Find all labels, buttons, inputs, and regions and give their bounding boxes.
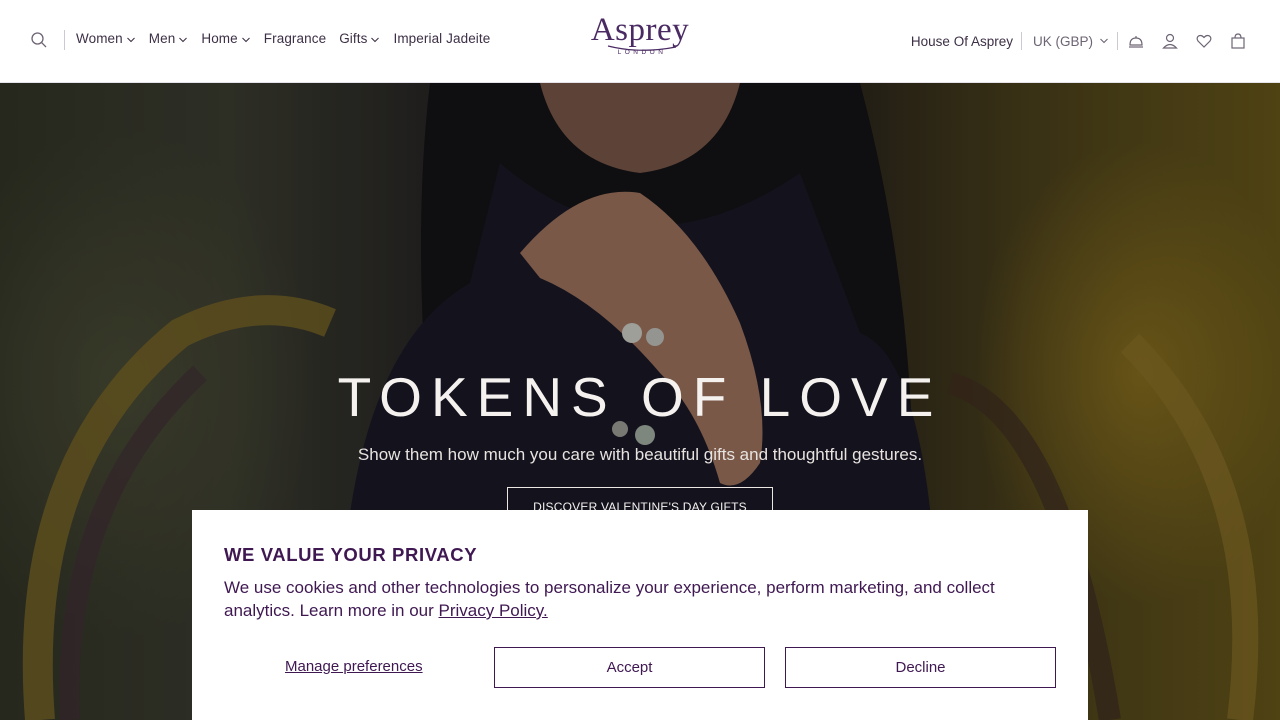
chevron-down-icon (371, 37, 380, 42)
bag-icon[interactable] (1228, 31, 1248, 51)
cookie-text: We use cookies and other technologies to… (224, 578, 995, 620)
site-logo[interactable]: Asprey LONDON (560, 12, 720, 56)
header-divider (64, 30, 65, 50)
cookie-consent-banner: WE VALUE YOUR PRIVACY We use cookies and… (192, 510, 1088, 720)
manage-preferences-button[interactable]: Manage preferences (285, 658, 423, 675)
nav-item-label: Gifts (339, 31, 368, 46)
nav-item-fragrance[interactable]: Fragrance (264, 31, 326, 46)
logo-swash (607, 45, 677, 51)
nav-item-label: Home (201, 31, 238, 46)
header-divider (1117, 32, 1118, 50)
chevron-down-icon (179, 37, 188, 42)
house-of-asprey-link[interactable]: House Of Asprey (911, 34, 1013, 49)
nav-item-imperial-jadeite[interactable]: Imperial Jadeite (393, 31, 490, 46)
nav-item-label: Imperial Jadeite (393, 31, 491, 46)
chevron-down-icon (126, 37, 135, 42)
nav-item-label: Men (148, 31, 176, 46)
logo-wordmark: Asprey (590, 12, 690, 48)
nav-item-home[interactable]: Home (201, 31, 250, 46)
cookie-description: We use cookies and other technologies to… (224, 576, 1064, 622)
wishlist-heart-icon[interactable] (1194, 31, 1214, 51)
chevron-down-icon (241, 37, 250, 42)
chevron-down-icon (1100, 38, 1108, 44)
main-nav: Women Men Home Fragrance Gifts Imperial … (76, 31, 503, 46)
nav-item-women[interactable]: Women (76, 31, 136, 46)
nav-item-gifts[interactable]: Gifts (339, 31, 380, 46)
header-divider (1020, 32, 1022, 50)
hero-title: TOKENS OF LOVE (337, 366, 943, 428)
hero-subtitle: Show them how much you care with beautif… (357, 445, 923, 464)
utility-nav: House Of Asprey UK (GBP) (911, 0, 1280, 82)
nav-item-label: Fragrance (263, 31, 327, 46)
site-header: Women Men Home Fragrance Gifts Imperial … (0, 0, 1280, 83)
currency-selector[interactable]: UK (GBP) (1033, 34, 1109, 49)
currency-label: UK (GBP) (1032, 33, 1093, 49)
nav-item-men[interactable]: Men (149, 31, 189, 46)
concierge-bell-icon[interactable] (1126, 31, 1146, 51)
decline-button[interactable]: Decline (785, 647, 1056, 688)
account-icon[interactable] (1160, 31, 1180, 51)
privacy-policy-link[interactable]: Privacy Policy. (439, 601, 548, 620)
accept-button[interactable]: Accept (494, 647, 765, 688)
cookie-title: WE VALUE YOUR PRIVACY (224, 544, 478, 565)
search-icon[interactable] (30, 31, 48, 49)
nav-item-label: Women (76, 31, 123, 46)
